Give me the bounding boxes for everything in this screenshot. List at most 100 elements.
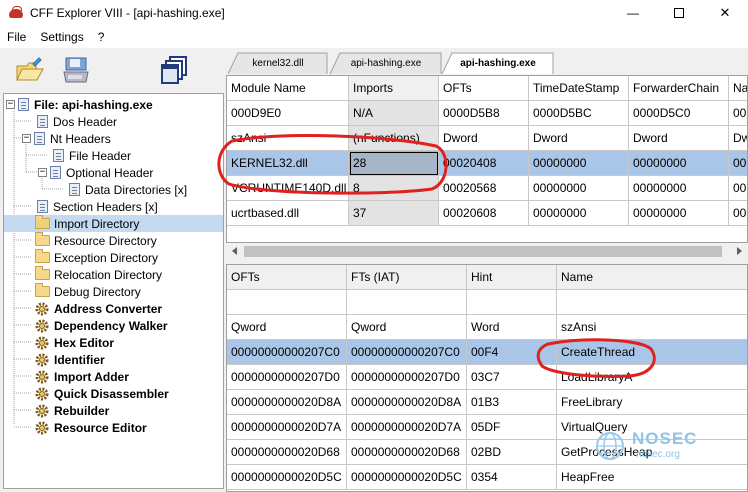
windows-icon (161, 56, 187, 84)
column-header-timedatestamp[interactable]: TimeDateStamp (529, 76, 629, 101)
table-cell: 0354 (467, 465, 557, 490)
tree-item-exception-directory[interactable]: Exception Directory (35, 249, 158, 266)
table-cell: 00000000 (529, 176, 629, 201)
table-cell: 00000000000207D0 (347, 365, 467, 390)
table-cell: 0000000000020D68 (347, 440, 467, 465)
table-cell: 0000000000020D8A (227, 390, 347, 415)
column-header-forwarderchain[interactable]: ForwarderChain (629, 76, 729, 101)
table-cell: ucrtbased.dll (227, 201, 349, 226)
table-cell: 00 (729, 101, 747, 126)
folder-open-icon (35, 215, 50, 229)
tree-item-nt-headers[interactable]: − Nt Headers (22, 130, 111, 147)
table-cell: HeapFree (557, 465, 747, 490)
menu-file[interactable]: File (0, 30, 33, 44)
tree-item-identifier[interactable]: Identifier (35, 351, 105, 368)
table-cell: 0000D5C0 (629, 101, 729, 126)
table-cell: 00020568 (439, 176, 529, 201)
tree-item-import-directory[interactable]: Import Directory (4, 215, 223, 232)
minimize-button[interactable]: — (610, 0, 656, 26)
imports-table: Module Name Imports OFTs TimeDateStamp F… (226, 75, 748, 243)
tree-item-resource-directory[interactable]: Resource Directory (35, 232, 157, 249)
doc-icon (53, 149, 64, 162)
column-header-name[interactable]: Name (557, 265, 747, 290)
tree-item-quick-disassembler[interactable]: Quick Disassembler (35, 385, 169, 402)
menu-help[interactable]: ? (91, 30, 112, 44)
table-cell: 0000000000020D5C (347, 465, 467, 490)
table-cell: (nFunctions) (349, 126, 439, 151)
tree-item-dependency-walker[interactable]: Dependency Walker (35, 317, 168, 334)
tree-item-resource-editor[interactable]: Resource Editor (35, 419, 147, 436)
column-header-ofts[interactable]: OFTs (439, 76, 529, 101)
table-cell (467, 290, 557, 315)
globe-watermark-icon (596, 432, 624, 460)
windows-button[interactable] (158, 54, 190, 86)
doc-icon (37, 200, 48, 213)
tree-item-address-converter[interactable]: Address Converter (35, 300, 162, 317)
collapse-toggle-icon[interactable]: − (6, 100, 15, 109)
scrollbar-thumb[interactable] (244, 246, 722, 257)
folder-icon (35, 249, 50, 263)
table-cell: 00 (729, 151, 747, 176)
column-header-hint[interactable]: Hint (467, 265, 557, 290)
table-cell: 00000000 (529, 201, 629, 226)
gear-icon (35, 353, 49, 366)
tree-item-hex-editor[interactable]: Hex Editor (35, 334, 114, 351)
column-header-imports[interactable]: Imports (349, 76, 439, 101)
tree-item-file-header[interactable]: File Header (53, 147, 131, 164)
save-button[interactable] (60, 54, 92, 86)
table-cell: 00020408 (439, 151, 529, 176)
scroll-left-icon[interactable] (232, 247, 237, 255)
table-cell: Qword (227, 315, 347, 340)
toolbar (0, 48, 226, 92)
tree-item-file-root[interactable]: − File: api-hashing.exe (6, 96, 153, 113)
horizontal-scrollbar[interactable] (226, 243, 748, 260)
title-bar: CFF Explorer VIII - [api-hashing.exe] — … (0, 0, 748, 26)
app-logo-icon (9, 5, 23, 18)
column-header-module-name[interactable]: Module Name (227, 76, 349, 101)
open-file-button[interactable] (14, 54, 46, 86)
close-button[interactable]: ✕ (702, 0, 748, 26)
table-cell: 00F4 (467, 340, 557, 365)
tab-api-hashing-2[interactable]: api-hashing.exe (442, 52, 554, 74)
table-cell[interactable]: 28 (349, 151, 439, 176)
table-cell: 00000000 (629, 176, 729, 201)
collapse-toggle-icon[interactable]: − (22, 134, 31, 143)
table-cell: 00000000 (629, 151, 729, 176)
scroll-right-icon[interactable] (737, 247, 742, 255)
tree-item-import-adder[interactable]: Import Adder (35, 368, 129, 385)
gear-icon (35, 387, 49, 400)
table-cell: 0000000000020D7A (227, 415, 347, 440)
column-header-fts-iat[interactable]: FTs (IAT) (347, 265, 467, 290)
tab-api-hashing-1[interactable]: api-hashing.exe (330, 52, 442, 74)
table-cell: 00000000000207D0 (227, 365, 347, 390)
menu-settings[interactable]: Settings (33, 30, 90, 44)
tree-item-dos-header[interactable]: Dos Header (37, 113, 117, 130)
doc-icon (37, 115, 48, 128)
table-cell: Dword (629, 126, 729, 151)
tree-item-relocation-directory[interactable]: Relocation Directory (35, 266, 162, 283)
tree-item-data-directories[interactable]: Data Directories [x] (69, 181, 187, 198)
table-cell: 05DF (467, 415, 557, 440)
table-cell: 00000000000207C0 (347, 340, 467, 365)
table-cell: 00000000 (529, 151, 629, 176)
table-cell: 0000D5BC (529, 101, 629, 126)
maximize-button[interactable] (656, 0, 702, 26)
table-cell: FreeLibrary (557, 390, 747, 415)
collapse-toggle-icon[interactable]: − (38, 168, 47, 177)
tree-item-debug-directory[interactable]: Debug Directory (35, 283, 141, 300)
table-cell: 00020608 (439, 201, 529, 226)
table-cell: 0000000000020D7A (347, 415, 467, 440)
file-tree: − File: api-hashing.exe Dos Header − Nt … (3, 93, 224, 489)
tree-item-section-headers[interactable]: Section Headers [x] (37, 198, 158, 215)
window-title: CFF Explorer VIII - [api-hashing.exe] (30, 6, 225, 20)
tab-kernel32[interactable]: kernel32.dll (228, 52, 328, 74)
tree-item-rebuilder[interactable]: Rebuilder (35, 402, 109, 419)
tree-item-optional-header[interactable]: − Optional Header (38, 164, 153, 181)
column-header-name[interactable]: Na (729, 76, 747, 101)
table-cell: 8 (349, 176, 439, 201)
maximize-icon (674, 8, 684, 18)
column-header-ofts[interactable]: OFTs (227, 265, 347, 290)
table-cell (347, 290, 467, 315)
table-cell: Word (467, 315, 557, 340)
watermark-subtitle: nosec.org (636, 449, 680, 460)
